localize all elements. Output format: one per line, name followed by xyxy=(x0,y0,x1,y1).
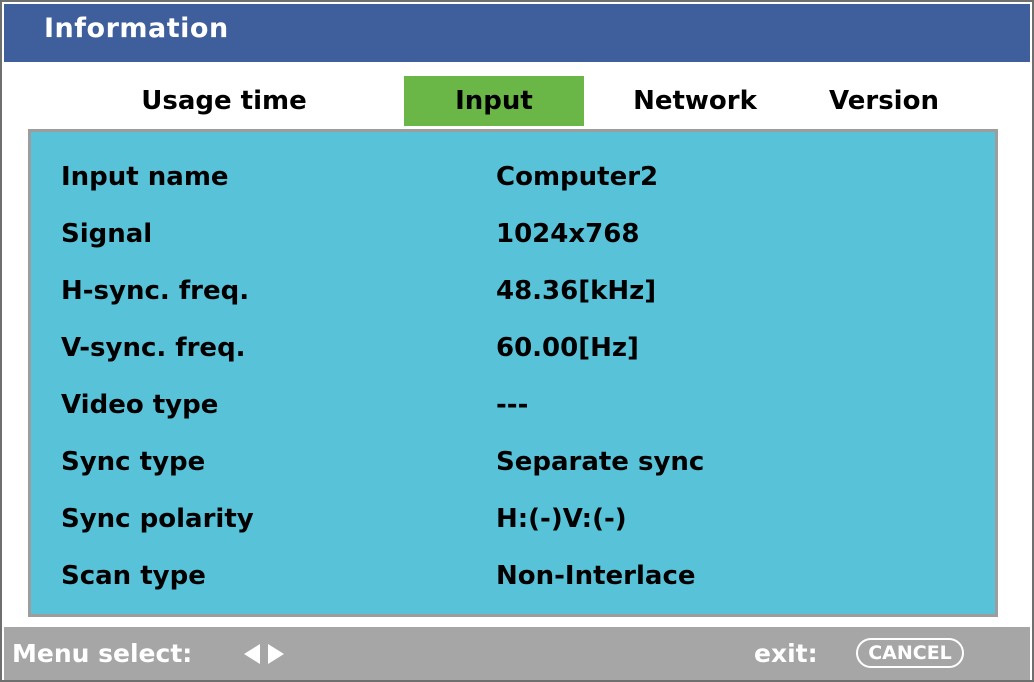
info-label: Scan type xyxy=(61,561,206,591)
tab-network[interactable]: Network xyxy=(610,76,780,126)
menu-select-label: Menu select: xyxy=(12,639,193,668)
info-row: V-sync. freq. 60.00[Hz] xyxy=(31,328,995,368)
info-label: V-sync. freq. xyxy=(61,333,246,363)
info-value: 60.00[Hz] xyxy=(496,333,639,363)
info-value: 48.36[kHz] xyxy=(496,276,657,306)
info-value: Non-Interlace xyxy=(496,561,696,591)
info-value: 1024x768 xyxy=(496,219,640,249)
info-row: Scan type Non-Interlace xyxy=(31,556,995,596)
info-row: Input name Computer2 xyxy=(31,157,995,197)
info-value: Separate sync xyxy=(496,447,705,477)
info-label: Sync polarity xyxy=(61,504,254,534)
input-info-panel: Input name Computer2 Signal 1024x768 H-s… xyxy=(28,129,998,617)
info-label: H-sync. freq. xyxy=(61,276,250,306)
info-row: Sync polarity H:(-)V:(-) xyxy=(31,499,995,539)
window-title: Information xyxy=(44,13,229,44)
tab-bar: Usage time Input Network Version xyxy=(4,76,1030,126)
info-row: Signal 1024x768 xyxy=(31,214,995,254)
info-label: Sync type xyxy=(61,447,206,477)
info-label: Input name xyxy=(61,162,229,192)
info-row: Sync type Separate sync xyxy=(31,442,995,482)
info-value: --- xyxy=(496,390,529,420)
info-value: Computer2 xyxy=(496,162,659,192)
info-value: H:(-)V:(-) xyxy=(496,504,627,534)
cancel-button[interactable]: CANCEL xyxy=(856,638,964,668)
information-window: Information Usage time Input Network Ver… xyxy=(0,0,1034,682)
exit-label: exit: xyxy=(754,639,818,668)
title-bar: Information xyxy=(4,4,1030,62)
info-row: Video type --- xyxy=(31,385,995,425)
info-row: H-sync. freq. 48.36[kHz] xyxy=(31,271,995,311)
tab-usage-time[interactable]: Usage time xyxy=(124,76,324,126)
tab-version[interactable]: Version xyxy=(804,76,964,126)
info-label: Signal xyxy=(61,219,153,249)
left-right-arrows-icon xyxy=(244,644,284,664)
tab-input[interactable]: Input xyxy=(404,76,584,126)
footer-bar: Menu select: exit: CANCEL xyxy=(4,627,1030,680)
info-label: Video type xyxy=(61,390,219,420)
